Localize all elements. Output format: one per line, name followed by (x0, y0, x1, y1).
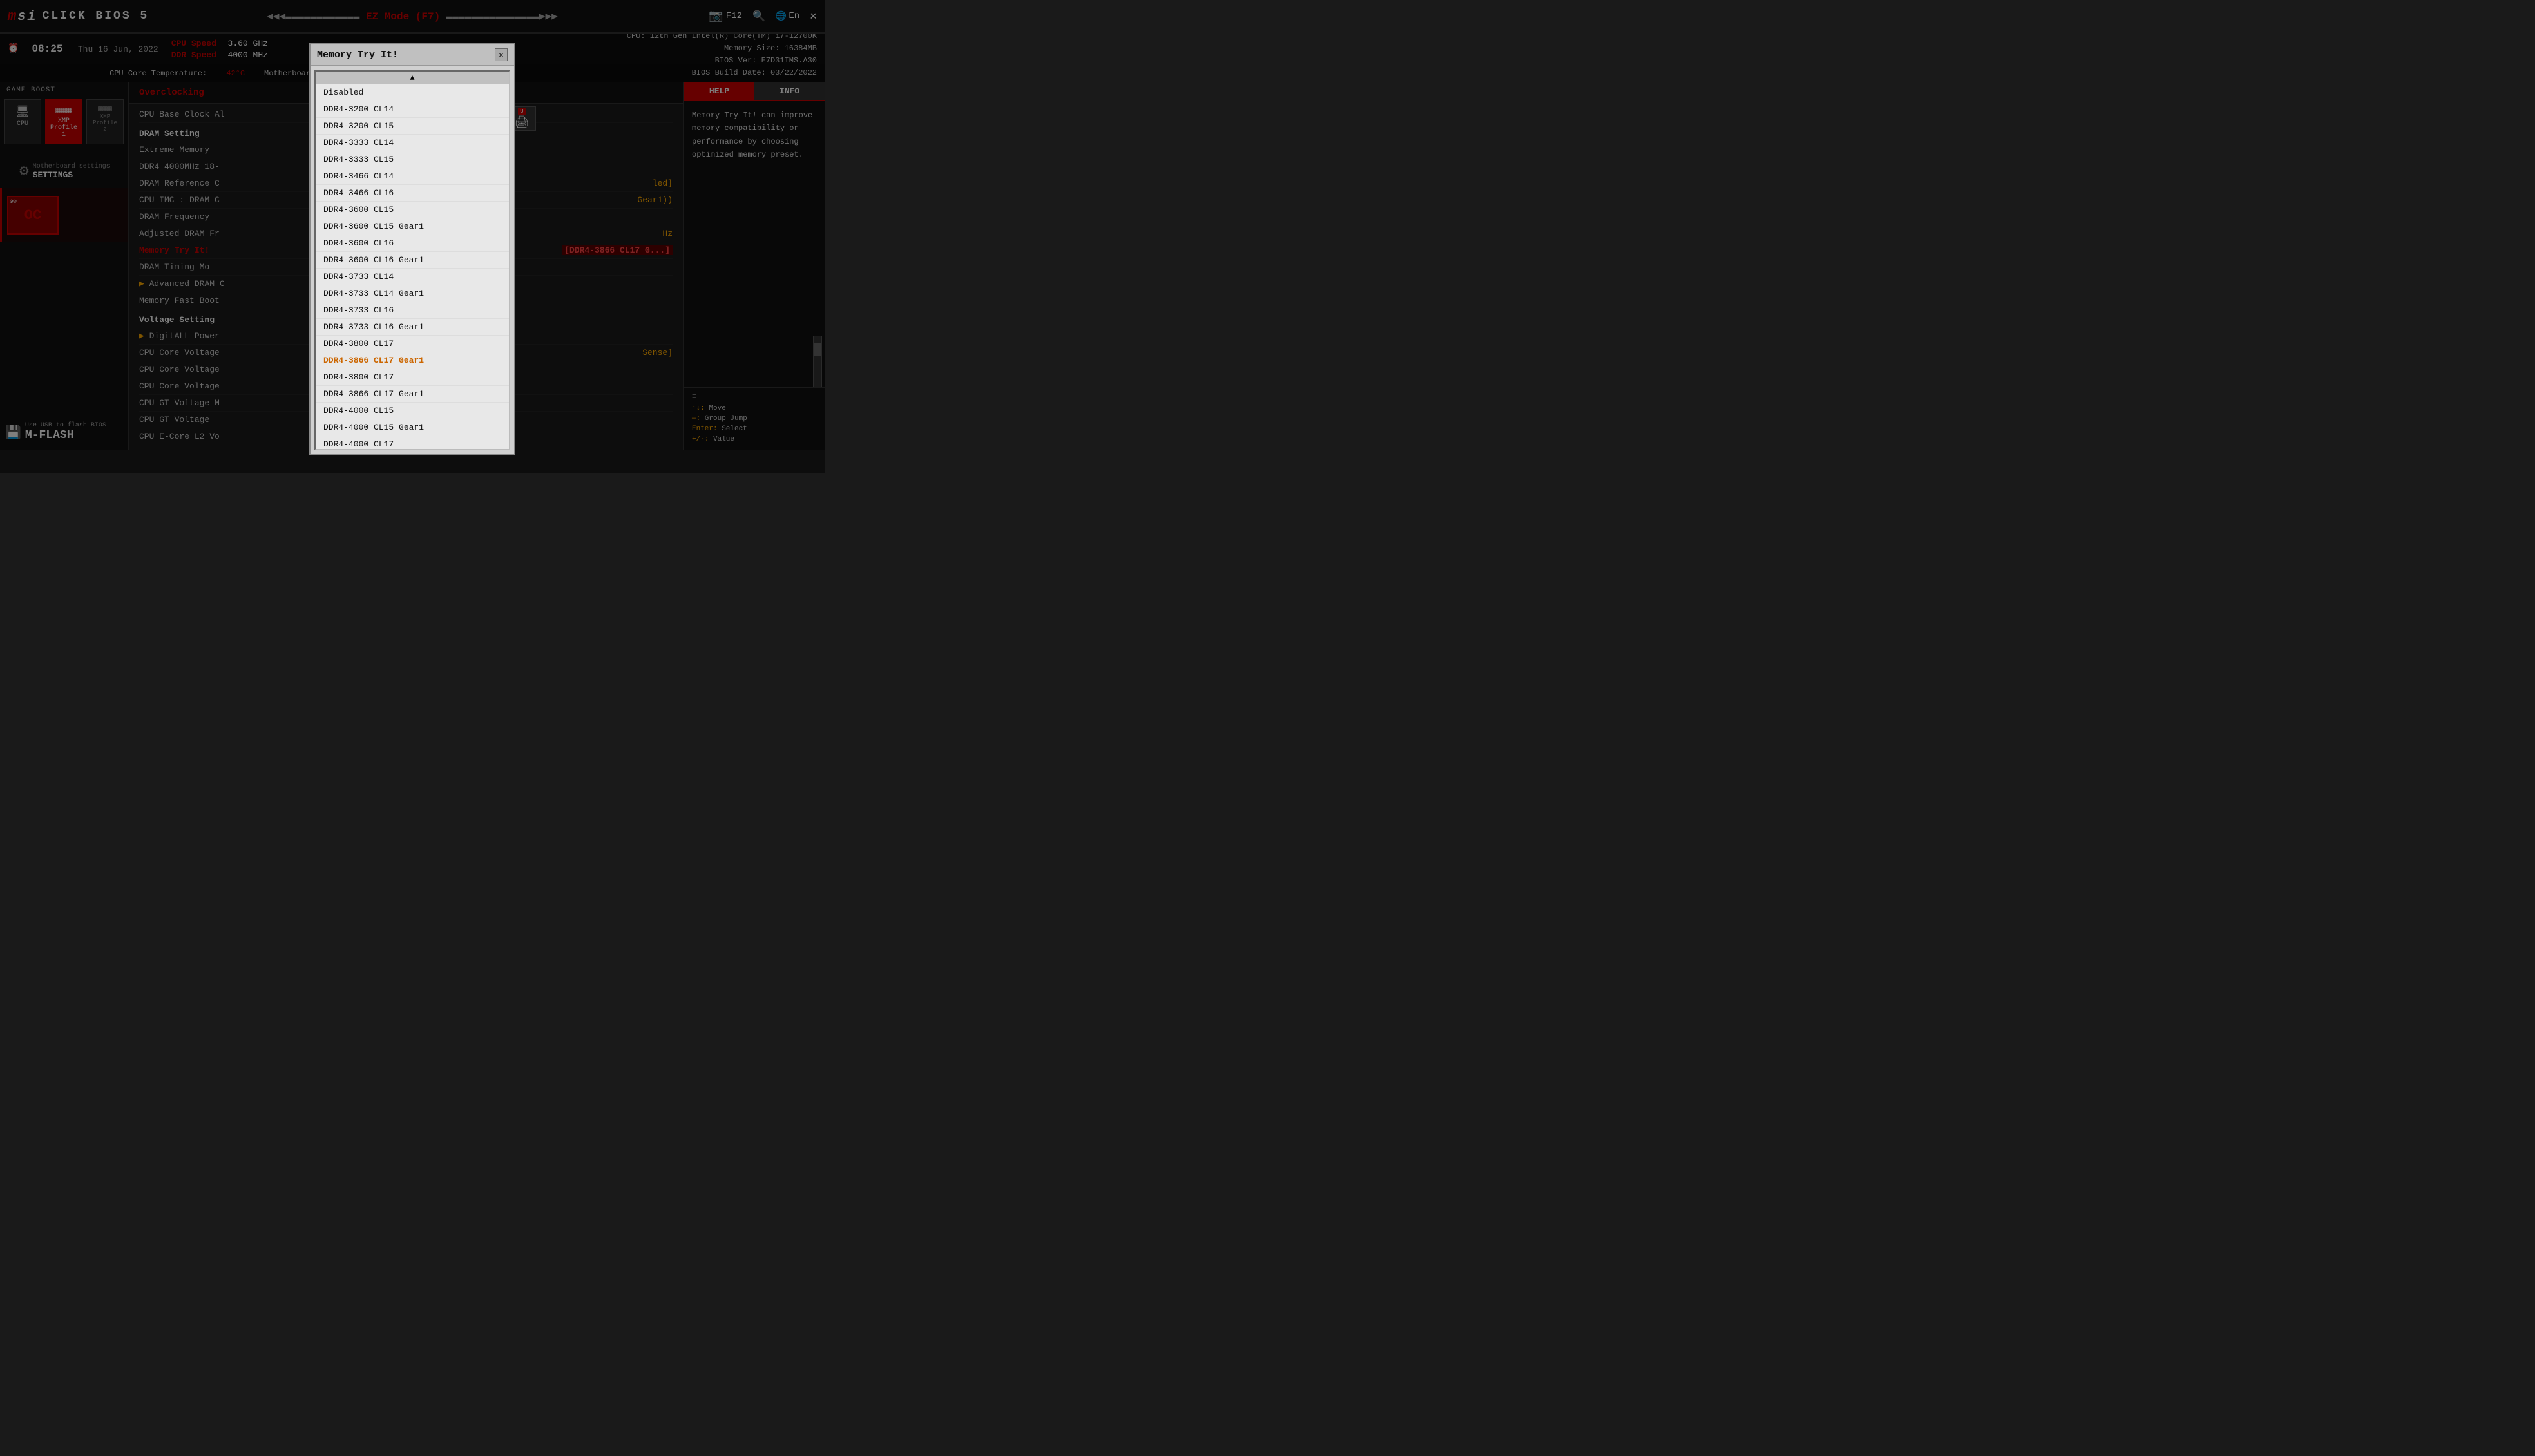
modal-list-item[interactable]: DDR4-3866 CL17 Gear1 (316, 386, 509, 403)
modal-list-item[interactable]: DDR4-3733 CL16 (316, 302, 509, 319)
modal-list-item[interactable]: DDR4-3466 CL16 (316, 185, 509, 202)
modal-list-item[interactable]: DDR4-3600 CL16 Gear1 (316, 252, 509, 269)
modal-title: Memory Try It! (317, 50, 398, 61)
memory-try-it-modal: Memory Try It! ✕ ▲ DisabledDDR4-3200 CL1… (309, 43, 515, 455)
modal-list-item[interactable]: DDR4-3466 CL14 (316, 168, 509, 185)
modal-overlay: Memory Try It! ✕ ▲ DisabledDDR4-3200 CL1… (0, 0, 825, 473)
modal-list-item[interactable]: DDR4-3733 CL14 Gear1 (316, 285, 509, 302)
modal-list[interactable]: ▲ DisabledDDR4-3200 CL14DDR4-3200 CL15DD… (314, 70, 510, 450)
modal-list-item[interactable]: DDR4-4000 CL15 Gear1 (316, 419, 509, 436)
modal-list-item[interactable]: DDR4-3733 CL14 (316, 269, 509, 285)
modal-list-item[interactable]: DDR4-3200 CL14 (316, 101, 509, 118)
modal-items-container: DisabledDDR4-3200 CL14DDR4-3200 CL15DDR4… (316, 84, 509, 450)
modal-list-item[interactable]: DDR4-3600 CL16 (316, 235, 509, 252)
modal-scroll-up[interactable]: ▲ (316, 72, 509, 84)
modal-close-button[interactable]: ✕ (495, 48, 508, 61)
modal-list-item[interactable]: DDR4-3200 CL15 (316, 118, 509, 135)
modal-list-item[interactable]: DDR4-3333 CL14 (316, 135, 509, 151)
modal-list-item[interactable]: DDR4-4000 CL15 (316, 403, 509, 419)
modal-list-item[interactable]: DDR4-3333 CL15 (316, 151, 509, 168)
modal-list-item[interactable]: DDR4-3800 CL17 (316, 369, 509, 386)
modal-list-item[interactable]: DDR4-3600 CL15 (316, 202, 509, 218)
modal-list-item[interactable]: DDR4-3866 CL17 Gear1 (316, 352, 509, 369)
modal-header: Memory Try It! ✕ (311, 44, 514, 66)
modal-list-item[interactable]: DDR4-3733 CL16 Gear1 (316, 319, 509, 336)
modal-list-item[interactable]: Disabled (316, 84, 509, 101)
modal-list-item[interactable]: DDR4-3800 CL17 (316, 336, 509, 352)
modal-list-item[interactable]: DDR4-3600 CL15 Gear1 (316, 218, 509, 235)
modal-list-item[interactable]: DDR4-4000 CL17 (316, 436, 509, 450)
